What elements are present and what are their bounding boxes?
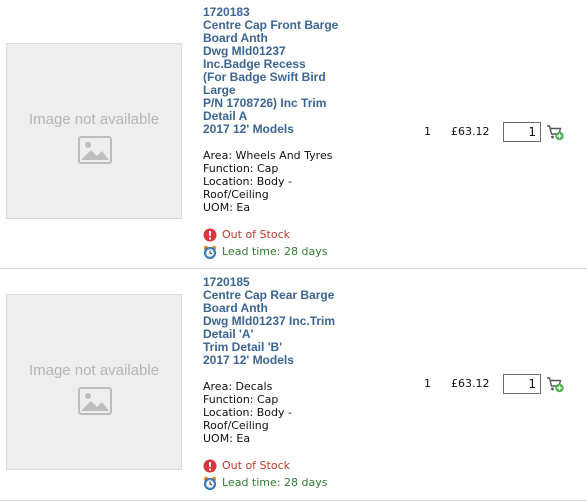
attribute-uom: UOM: Ea (203, 201, 251, 214)
product-image-placeholder[interactable]: Image not available (6, 43, 182, 219)
product-attributes: Area: Wheels And Tyres Function: Cap Loc… (203, 149, 363, 214)
quantity-label: 1 (424, 377, 431, 390)
image-icon (78, 387, 112, 415)
stock-status: Out of Stock (222, 459, 290, 472)
attribute-uom: UOM: Ea (203, 432, 251, 445)
stock-status: Out of Stock (222, 228, 290, 241)
product-image-placeholder[interactable]: Image not available (6, 294, 182, 470)
quantity-label: 1 (424, 125, 431, 138)
price: £63.12 (451, 125, 490, 138)
image-not-available-text: Image not available (28, 362, 160, 379)
product-attributes: Area: Decals Function: Cap Location: Bod… (203, 380, 363, 445)
product-info: 1720183 Centre Cap Front Barge Board Ant… (203, 6, 363, 260)
warning-icon (203, 228, 217, 241)
product-title-line[interactable]: 2017 12' Models (203, 354, 363, 367)
attribute-area: Area: Wheels And Tyres (203, 149, 333, 162)
alarm-clock-icon (203, 476, 217, 490)
quantity-input[interactable] (503, 122, 541, 142)
quantity-input[interactable] (503, 374, 541, 394)
product-title-line[interactable]: 2017 12' Models (203, 123, 363, 136)
product-row: Image not available 1720183 Centre Cap F… (0, 0, 587, 269)
alarm-clock-icon (203, 245, 217, 259)
image-not-available-text: Image not available (28, 111, 160, 128)
product-row: Image not available 1720185 Centre Cap R… (0, 269, 587, 501)
attribute-location: Location: Body - (203, 406, 292, 419)
lead-time: Lead time: 28 days (222, 245, 328, 258)
attribute-area: Area: Decals (203, 380, 273, 393)
stock-info: Out of Stock Lead time: 28 days (203, 457, 363, 491)
attribute-location-cont: Roof/Ceiling (203, 188, 269, 201)
price: £63.12 (451, 377, 490, 390)
attribute-location-cont: Roof/Ceiling (203, 419, 269, 432)
image-icon (78, 136, 112, 164)
add-to-cart-icon[interactable] (546, 123, 564, 141)
lead-time: Lead time: 28 days (222, 476, 328, 489)
attribute-function: Function: Cap (203, 162, 279, 175)
warning-icon (203, 459, 217, 472)
attribute-location: Location: Body - (203, 175, 292, 188)
product-info: 1720185 Centre Cap Rear Barge Board Anth… (203, 276, 363, 491)
stock-info: Out of Stock Lead time: 28 days (203, 226, 363, 260)
attribute-function: Function: Cap (203, 393, 279, 406)
add-to-cart-icon[interactable] (546, 375, 564, 393)
